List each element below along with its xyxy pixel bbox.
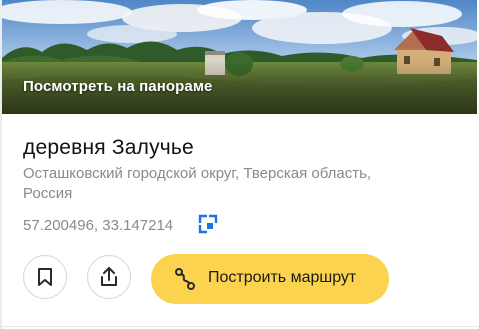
place-address: Осташковский городской округ, Тверская о… [23, 165, 372, 202]
panorama-image [2, 0, 477, 114]
route-icon [175, 268, 195, 290]
share-button[interactable] [87, 255, 131, 299]
share-icon [101, 267, 117, 286]
place-title: деревня Залучье [23, 136, 194, 159]
bookmark-icon [38, 268, 52, 286]
place-coordinates[interactable]: 57.200496, 33.147214 [23, 217, 173, 234]
build-route-button[interactable]: Построить маршрут [151, 254, 389, 304]
place-card: Посмотреть на панораме деревня Залучье О… [0, 0, 479, 329]
bookmark-button[interactable] [23, 255, 67, 299]
panorama-preview[interactable]: Посмотреть на панораме [2, 0, 477, 114]
card-divider [0, 326, 479, 327]
build-route-label: Построить маршрут [208, 269, 357, 286]
panorama-label: Посмотреть на панораме [23, 78, 213, 95]
expand-coordinates-icon[interactable] [197, 213, 219, 235]
